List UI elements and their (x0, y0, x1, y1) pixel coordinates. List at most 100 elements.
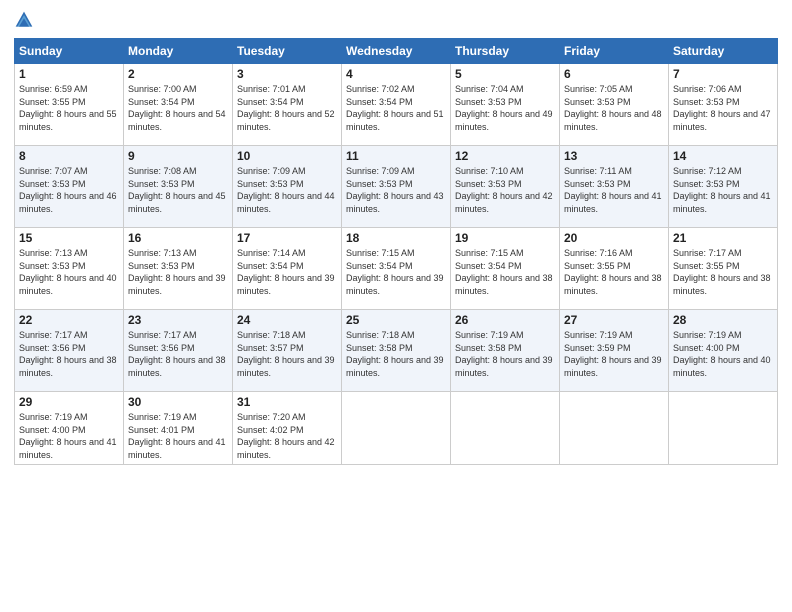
day-number: 3 (237, 67, 337, 81)
week-row-1: 1 Sunrise: 6:59 AMSunset: 3:55 PMDaylight… (15, 64, 778, 146)
day-info: Sunrise: 7:19 AMSunset: 4:00 PMDaylight:… (673, 329, 773, 379)
calendar-cell: 16Sunrise: 7:13 AMSunset: 3:53 PMDayligh… (124, 228, 233, 310)
day-number: 19 (455, 231, 555, 245)
day-number: 28 (673, 313, 773, 327)
calendar-cell: 12 Sunrise: 7:10 AMSunset: 3:53 PMDayligh… (451, 146, 560, 228)
day-header-friday: Friday (560, 39, 669, 64)
calendar-cell: 25 Sunrise: 7:18 AMSunset: 3:58 PMDayligh… (342, 310, 451, 392)
day-number: 25 (346, 313, 446, 327)
day-number: 14 (673, 149, 773, 163)
calendar-cell: 19Sunrise: 7:15 AMSunset: 3:54 PMDayligh… (451, 228, 560, 310)
week-row-4: 22 Sunrise: 7:17 AMSunset: 3:56 PMDayligh… (15, 310, 778, 392)
day-header-thursday: Thursday (451, 39, 560, 64)
day-info: Sunrise: 7:06 AMSunset: 3:53 PMDaylight:… (673, 83, 773, 133)
calendar-cell: 20 Sunrise: 7:16 AMSunset: 3:55 PMDayligh… (560, 228, 669, 310)
day-info: Sunrise: 7:09 AMSunset: 3:53 PMDaylight:… (346, 165, 446, 215)
calendar-cell: 7 Sunrise: 7:06 AMSunset: 3:53 PMDaylight… (669, 64, 778, 146)
calendar-cell: 11 Sunrise: 7:09 AMSunset: 3:53 PMDayligh… (342, 146, 451, 228)
day-info: Sunrise: 7:16 AMSunset: 3:55 PMDaylight:… (564, 247, 664, 297)
calendar-cell: 10 Sunrise: 7:09 AMSunset: 3:53 PMDayligh… (233, 146, 342, 228)
calendar-cell: 23 Sunrise: 7:17 AMSunset: 3:56 PMDayligh… (124, 310, 233, 392)
header (14, 10, 778, 30)
day-header-sunday: Sunday (15, 39, 124, 64)
calendar-cell: 6Sunrise: 7:05 AMSunset: 3:53 PMDaylight… (560, 64, 669, 146)
calendar-cell: 29Sunrise: 7:19 AMSunset: 4:00 PMDayligh… (15, 392, 124, 465)
day-info: Sunrise: 7:12 AMSunset: 3:53 PMDaylight:… (673, 165, 773, 215)
day-number: 8 (19, 149, 119, 163)
day-number: 23 (128, 313, 228, 327)
day-number: 5 (455, 67, 555, 81)
day-number: 13 (564, 149, 664, 163)
day-info: Sunrise: 7:11 AMSunset: 3:53 PMDaylight:… (564, 165, 664, 215)
day-number: 11 (346, 149, 446, 163)
day-info: Sunrise: 7:18 AMSunset: 3:57 PMDaylight:… (237, 329, 337, 379)
header-row: SundayMondayTuesdayWednesdayThursdayFrid… (15, 39, 778, 64)
calendar-cell: 14 Sunrise: 7:12 AMSunset: 3:53 PMDayligh… (669, 146, 778, 228)
day-info: Sunrise: 7:19 AMSunset: 4:00 PMDaylight:… (19, 411, 119, 461)
calendar-cell: 22 Sunrise: 7:17 AMSunset: 3:56 PMDayligh… (15, 310, 124, 392)
day-info: Sunrise: 7:08 AMSunset: 3:53 PMDaylight:… (128, 165, 228, 215)
day-number: 2 (128, 67, 228, 81)
day-number: 1 (19, 67, 119, 81)
day-number: 15 (19, 231, 119, 245)
day-header-saturday: Saturday (669, 39, 778, 64)
day-number: 10 (237, 149, 337, 163)
day-number: 17 (237, 231, 337, 245)
calendar-cell (669, 392, 778, 465)
day-number: 9 (128, 149, 228, 163)
day-info: Sunrise: 7:07 AMSunset: 3:53 PMDaylight:… (19, 165, 119, 215)
day-header-wednesday: Wednesday (342, 39, 451, 64)
day-info: Sunrise: 7:13 AMSunset: 3:53 PMDaylight:… (128, 247, 228, 297)
day-info: Sunrise: 7:14 AMSunset: 3:54 PMDaylight:… (237, 247, 337, 297)
day-info: Sunrise: 7:02 AMSunset: 3:54 PMDaylight:… (346, 83, 446, 133)
calendar-cell (451, 392, 560, 465)
day-info: Sunrise: 7:10 AMSunset: 3:53 PMDaylight:… (455, 165, 555, 215)
week-row-2: 8 Sunrise: 7:07 AMSunset: 3:53 PMDaylight… (15, 146, 778, 228)
day-info: Sunrise: 7:17 AMSunset: 3:56 PMDaylight:… (19, 329, 119, 379)
day-number: 4 (346, 67, 446, 81)
calendar-cell: 8 Sunrise: 7:07 AMSunset: 3:53 PMDaylight… (15, 146, 124, 228)
calendar-cell: 18Sunrise: 7:15 AMSunset: 3:54 PMDayligh… (342, 228, 451, 310)
calendar-cell (560, 392, 669, 465)
day-info: Sunrise: 7:17 AMSunset: 3:55 PMDaylight:… (673, 247, 773, 297)
day-number: 24 (237, 313, 337, 327)
calendar-cell: 15Sunrise: 7:13 AMSunset: 3:53 PMDayligh… (15, 228, 124, 310)
day-info: Sunrise: 7:15 AMSunset: 3:54 PMDaylight:… (346, 247, 446, 297)
calendar-cell: 21 Sunrise: 7:17 AMSunset: 3:55 PMDayligh… (669, 228, 778, 310)
calendar-cell: 28 Sunrise: 7:19 AMSunset: 4:00 PMDayligh… (669, 310, 778, 392)
day-number: 21 (673, 231, 773, 245)
week-row-5: 29Sunrise: 7:19 AMSunset: 4:00 PMDayligh… (15, 392, 778, 465)
day-info: Sunrise: 7:17 AMSunset: 3:56 PMDaylight:… (128, 329, 228, 379)
day-number: 12 (455, 149, 555, 163)
calendar-cell: 24 Sunrise: 7:18 AMSunset: 3:57 PMDayligh… (233, 310, 342, 392)
calendar-cell: 13 Sunrise: 7:11 AMSunset: 3:53 PMDayligh… (560, 146, 669, 228)
day-info: Sunrise: 7:05 AMSunset: 3:53 PMDaylight:… (564, 83, 664, 133)
day-number: 20 (564, 231, 664, 245)
calendar-cell: 30 Sunrise: 7:19 AMSunset: 4:01 PMDayligh… (124, 392, 233, 465)
calendar-cell (342, 392, 451, 465)
day-header-tuesday: Tuesday (233, 39, 342, 64)
day-info: Sunrise: 7:18 AMSunset: 3:58 PMDaylight:… (346, 329, 446, 379)
calendar-cell: 17 Sunrise: 7:14 AMSunset: 3:54 PMDayligh… (233, 228, 342, 310)
day-number: 7 (673, 67, 773, 81)
calendar-cell: 4 Sunrise: 7:02 AMSunset: 3:54 PMDaylight… (342, 64, 451, 146)
day-info: Sunrise: 7:19 AMSunset: 4:01 PMDaylight:… (128, 411, 228, 461)
calendar: SundayMondayTuesdayWednesdayThursdayFrid… (14, 38, 778, 465)
logo (14, 10, 38, 30)
day-header-monday: Monday (124, 39, 233, 64)
calendar-cell: 1 Sunrise: 6:59 AMSunset: 3:55 PMDaylight… (15, 64, 124, 146)
calendar-cell: 9 Sunrise: 7:08 AMSunset: 3:53 PMDaylight… (124, 146, 233, 228)
calendar-cell: 2 Sunrise: 7:00 AMSunset: 3:54 PMDaylight… (124, 64, 233, 146)
day-info: Sunrise: 7:20 AMSunset: 4:02 PMDaylight:… (237, 411, 337, 461)
calendar-cell: 3Sunrise: 7:01 AMSunset: 3:54 PMDaylight… (233, 64, 342, 146)
day-info: Sunrise: 7:00 AMSunset: 3:54 PMDaylight:… (128, 83, 228, 133)
page: SundayMondayTuesdayWednesdayThursdayFrid… (0, 0, 792, 612)
day-number: 30 (128, 395, 228, 409)
day-info: Sunrise: 6:59 AMSunset: 3:55 PMDaylight:… (19, 83, 119, 133)
calendar-cell: 27Sunrise: 7:19 AMSunset: 3:59 PMDayligh… (560, 310, 669, 392)
logo-icon (14, 10, 34, 30)
day-info: Sunrise: 7:09 AMSunset: 3:53 PMDaylight:… (237, 165, 337, 215)
calendar-cell: 31Sunrise: 7:20 AMSunset: 4:02 PMDayligh… (233, 392, 342, 465)
day-number: 26 (455, 313, 555, 327)
day-number: 22 (19, 313, 119, 327)
